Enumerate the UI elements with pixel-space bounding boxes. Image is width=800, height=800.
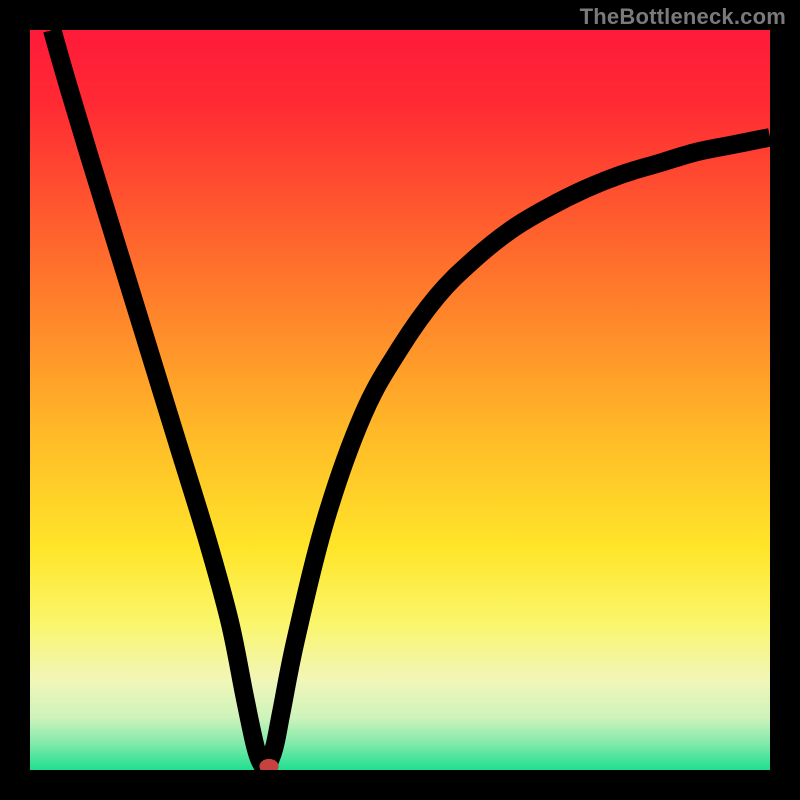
chart-frame: TheBottleneck.com <box>0 0 800 800</box>
plot-area <box>30 30 770 770</box>
curve-layer <box>30 30 770 770</box>
bottleneck-curve <box>52 30 770 769</box>
watermark-text: TheBottleneck.com <box>580 4 786 30</box>
